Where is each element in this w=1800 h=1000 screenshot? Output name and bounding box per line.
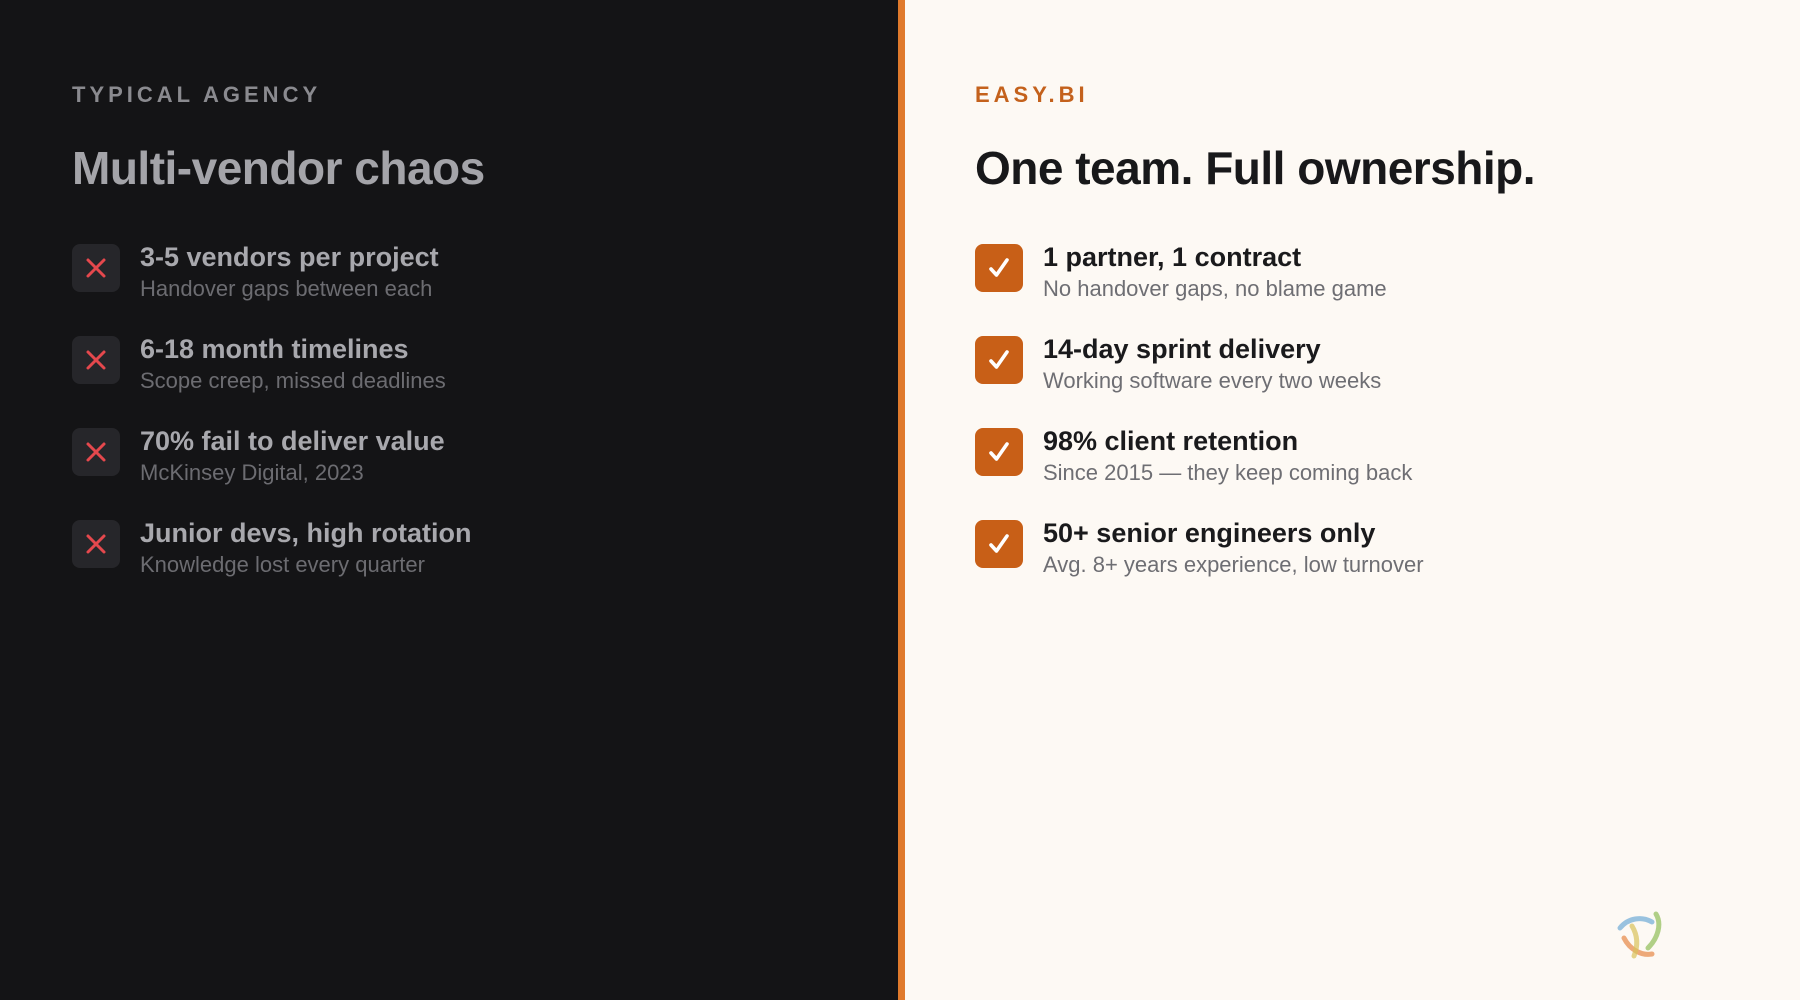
typical-agency-eyebrow: TYPICAL AGENCY [72, 82, 322, 107]
list-item-text: 50+ senior engineers only Avg. 8+ years … [1043, 516, 1424, 580]
list-item-title: 98% client retention [1043, 426, 1299, 456]
list-item: 6-18 month timelines Scope creep, missed… [72, 332, 485, 424]
list-item-subtitle: McKinsey Digital, 2023 [140, 460, 364, 485]
check-icon [975, 336, 1023, 384]
list-item-subtitle: Since 2015 — they keep coming back [1043, 460, 1413, 485]
easy-bi-eyebrow: EASY.BI [975, 82, 1089, 107]
x-icon [72, 520, 120, 568]
list-item: Junior devs, high rotation Knowledge los… [72, 516, 485, 608]
comparison-panel-easy-bi: EASY.BI One team. Full ownership. 1 part… [905, 0, 1800, 1000]
list-item-subtitle: No handover gaps, no blame game [1043, 276, 1387, 301]
check-icon [975, 244, 1023, 292]
list-item: 70% fail to deliver value McKinsey Digit… [72, 424, 485, 516]
list-item-subtitle: Knowledge lost every quarter [140, 552, 425, 577]
list-item-text: 70% fail to deliver value McKinsey Digit… [140, 424, 445, 488]
list-item-title: 3-5 vendors per project [140, 242, 439, 272]
x-icon [72, 244, 120, 292]
list-item: 50+ senior engineers only Avg. 8+ years … [975, 516, 1535, 608]
check-icon [975, 520, 1023, 568]
list-item-subtitle: Handover gaps between each [140, 276, 433, 301]
list-item-title: 14-day sprint delivery [1043, 334, 1321, 364]
typical-agency-content: TYPICAL AGENCY Multi-vendor chaos 3-5 ve… [72, 80, 485, 608]
x-icon [72, 336, 120, 384]
list-item: 3-5 vendors per project Handover gaps be… [72, 240, 485, 332]
list-item: 98% client retention Since 2015 — they k… [975, 424, 1535, 516]
x-icon [72, 428, 120, 476]
accent-divider [898, 0, 905, 1000]
list-item-title: Junior devs, high rotation [140, 518, 472, 548]
brand-logo-icon [1612, 908, 1668, 964]
typical-agency-list: 3-5 vendors per project Handover gaps be… [72, 240, 485, 608]
list-item-title: 1 partner, 1 contract [1043, 242, 1302, 272]
list-item: 14-day sprint delivery Working software … [975, 332, 1535, 424]
list-item-subtitle: Working software every two weeks [1043, 368, 1382, 393]
list-item-subtitle: Scope creep, missed deadlines [140, 368, 446, 393]
easy-bi-content: EASY.BI One team. Full ownership. 1 part… [975, 80, 1536, 608]
list-item-title: 50+ senior engineers only [1043, 518, 1376, 548]
list-item-text: 3-5 vendors per project Handover gaps be… [140, 240, 439, 304]
list-item-title: 70% fail to deliver value [140, 426, 445, 456]
typical-agency-headline: Multi-vendor chaos [72, 142, 485, 194]
list-item-text: 1 partner, 1 contract No handover gaps, … [1043, 240, 1387, 304]
easy-bi-headline: One team. Full ownership. [975, 142, 1536, 194]
check-icon [975, 428, 1023, 476]
list-item: 1 partner, 1 contract No handover gaps, … [975, 240, 1535, 332]
list-item-text: Junior devs, high rotation Knowledge los… [140, 516, 472, 580]
list-item-text: 6-18 month timelines Scope creep, missed… [140, 332, 446, 396]
comparison-panel-typical-agency: TYPICAL AGENCY Multi-vendor chaos 3-5 ve… [0, 0, 898, 1000]
list-item-text: 98% client retention Since 2015 — they k… [1043, 424, 1412, 488]
list-item-text: 14-day sprint delivery Working software … [1043, 332, 1381, 396]
easy-bi-list: 1 partner, 1 contract No handover gaps, … [975, 240, 1535, 608]
list-item-title: 6-18 month timelines [140, 334, 409, 364]
list-item-subtitle: Avg. 8+ years experience, low turnover [1043, 552, 1424, 577]
